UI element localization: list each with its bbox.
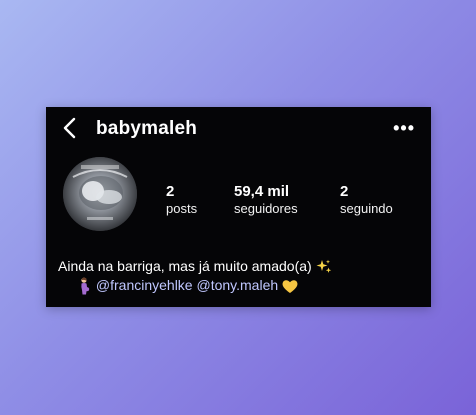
avatar[interactable] xyxy=(63,157,137,231)
yellow-heart-emoji-icon xyxy=(282,280,298,293)
mention-link-francinyehlke[interactable]: @francinyehlke xyxy=(96,277,193,293)
more-horizontal-icon[interactable]: ••• xyxy=(393,119,415,137)
ultrasound-avatar-image xyxy=(63,157,137,231)
posts-stat[interactable]: 2 posts xyxy=(166,183,197,217)
posts-count: 2 xyxy=(166,183,175,200)
chevron-left-icon[interactable] xyxy=(62,117,78,139)
profile-username: babymaleh xyxy=(96,118,198,139)
followers-stat[interactable]: 59,4 mil seguidores xyxy=(234,183,298,217)
following-count: 2 xyxy=(340,183,349,200)
following-label: seguindo xyxy=(340,201,393,216)
following-stat[interactable]: 2 seguindo xyxy=(340,183,393,217)
bio-text: Ainda na barriga, mas já muito amado(a) xyxy=(58,258,312,274)
profile-bio-line1: Ainda na barriga, mas já muito amado(a) xyxy=(58,257,332,276)
profile-header-card: babymaleh ••• 2 posts 59,4 mil seguidore… xyxy=(46,107,431,307)
mention-link-tony-maleh[interactable]: @tony.maleh xyxy=(196,277,278,293)
profile-bio-line2: @francinyehlke @tony.maleh xyxy=(78,276,298,295)
followers-label: seguidores xyxy=(234,201,298,216)
followers-count: 59,4 mil xyxy=(234,183,290,200)
posts-label: posts xyxy=(166,201,198,216)
pregnant-woman-emoji-icon xyxy=(81,277,90,295)
sparkles-emoji-icon xyxy=(316,260,331,274)
